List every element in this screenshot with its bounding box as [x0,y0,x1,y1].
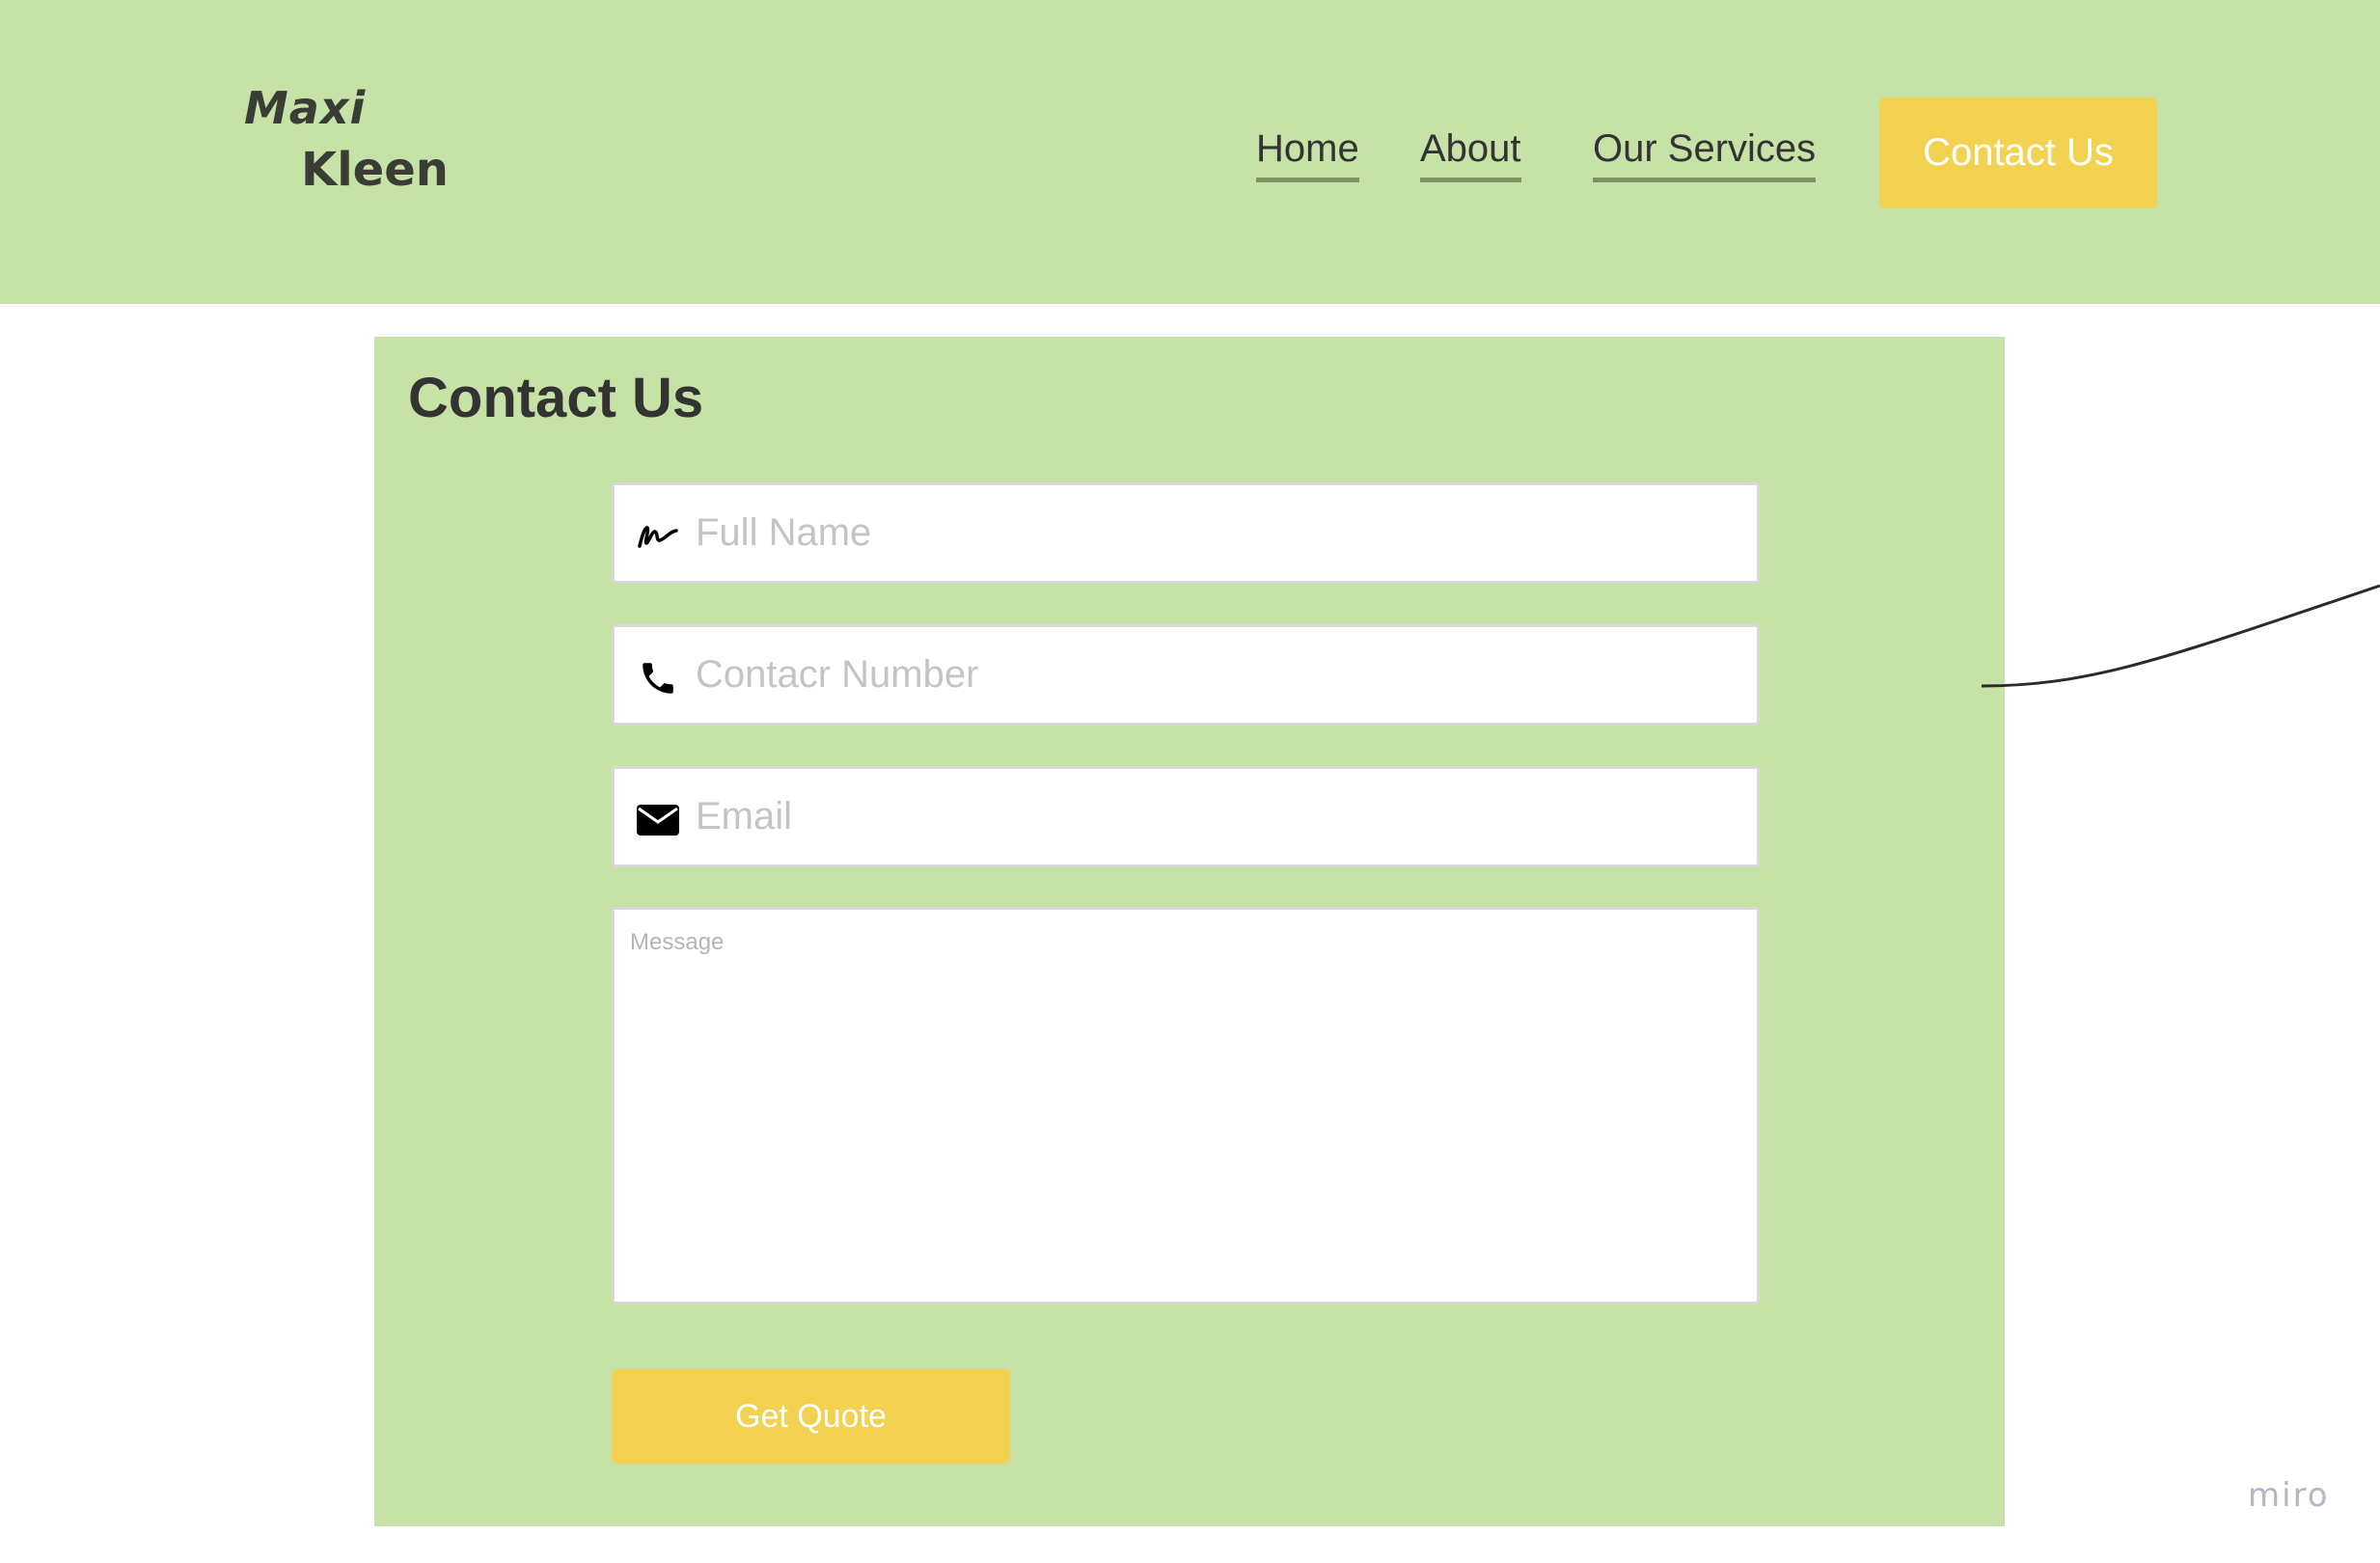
contact-number-field[interactable] [612,624,1760,726]
connector-line [1981,584,2380,688]
contact-title: Contact Us [408,367,704,429]
email-field[interactable] [612,766,1760,867]
full-name-field[interactable] [612,482,1760,584]
phone-icon [636,656,680,700]
email-input[interactable] [696,769,1737,864]
nav-services-link[interactable]: Our Services [1593,125,1817,182]
full-name-input[interactable] [696,485,1737,581]
contact-number-input[interactable] [696,627,1737,723]
miro-watermark: miro [2248,1476,2330,1515]
nav-about-link[interactable]: About [1420,125,1521,182]
signature-icon [636,514,680,559]
message-textarea[interactable] [612,907,1760,1304]
contact-us-button[interactable]: Contact Us [1879,97,2157,208]
get-quote-button[interactable]: Get Quote [612,1369,1010,1464]
site-header: Maxi Kleen Home About Our Services Conta… [0,0,2380,304]
contact-form-panel: Contact Us Get Quote [374,337,2005,1526]
logo-kleen[interactable]: Kleen [301,143,449,197]
envelope-icon [636,798,680,842]
nav-home-link[interactable]: Home [1256,125,1359,182]
logo-maxi[interactable]: Maxi [244,82,366,134]
